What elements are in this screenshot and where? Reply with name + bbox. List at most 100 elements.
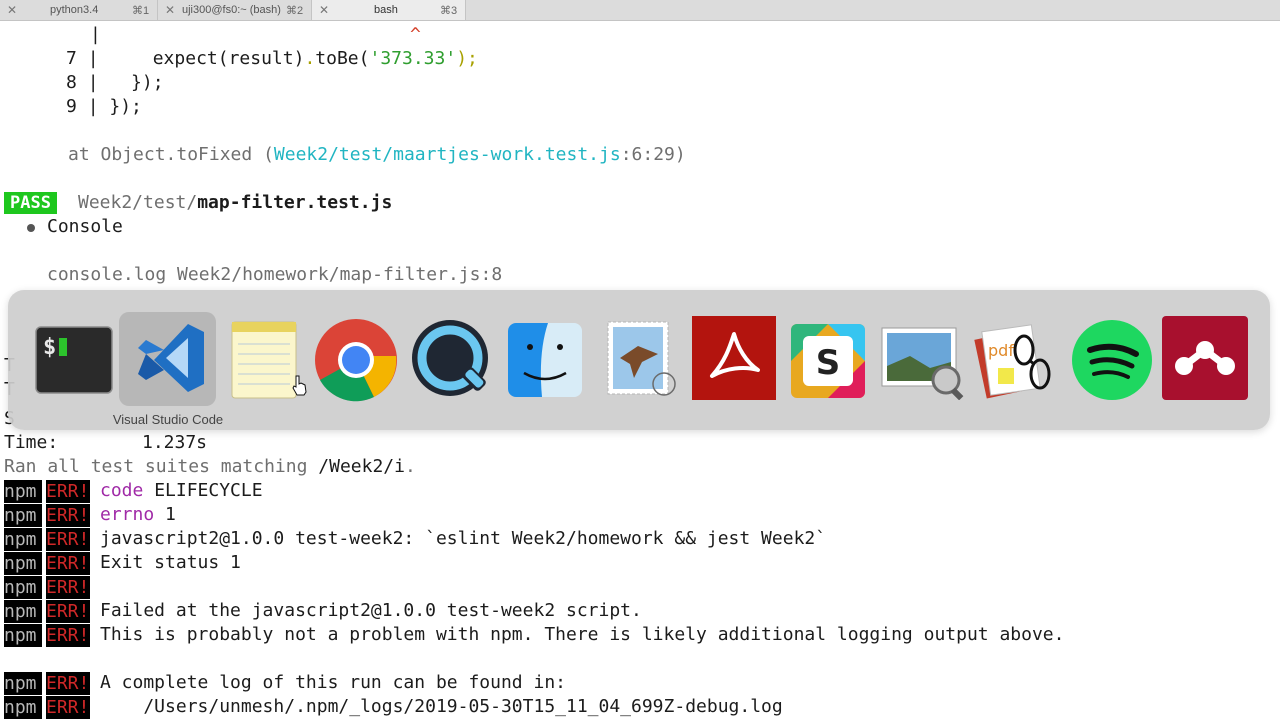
npm-line: /Users/unmesh/.npm/_logs/2019-05-30T15_1… [100, 696, 783, 717]
line-number: 9 [66, 96, 77, 117]
npm-line: Exit status 1 [100, 552, 241, 573]
tab-shortcut: ⌘1 [132, 5, 150, 17]
test-file-name: map-filter.test.js [197, 192, 393, 213]
tab-bash[interactable]: ✕ bash ⌘3 [312, 0, 466, 20]
npm-line: javascript2@1.0.0 test-week2: `eslint We… [100, 528, 827, 549]
close-icon[interactable]: ✕ [7, 3, 17, 17]
err-tag: ERR! [46, 576, 90, 599]
terminal-glyph: $ [43, 335, 56, 360]
tab-label: python3.4 [50, 4, 99, 16]
code-frame-bar: | [90, 24, 101, 45]
app-acrobat[interactable] [692, 316, 776, 404]
err-tag: ERR! [46, 600, 90, 623]
slack-glyph: S [816, 343, 841, 383]
err-tag: ERR! [46, 504, 90, 527]
npm-key: errno [100, 504, 155, 525]
npm-tag: npm [4, 480, 42, 503]
mendeley-icon [1162, 316, 1248, 400]
app-spotify[interactable] [1070, 318, 1154, 406]
slack-icon: S [791, 324, 865, 398]
app-notes[interactable] [228, 320, 300, 406]
npm-tag: npm [4, 504, 42, 527]
app-vscode[interactable] [132, 318, 212, 402]
ran-summary: Ran all test suites matching /Week2/i. [4, 455, 416, 479]
finder-icon [508, 323, 582, 397]
npm-line: errno 1 [100, 503, 176, 527]
console-log-line: console.log Week2/homework/map-filter.js… [47, 264, 503, 285]
quicktime-icon [412, 320, 488, 396]
npm-line: Failed at the javascript2@1.0.0 test-wee… [100, 600, 642, 621]
code-text: toBe( [315, 48, 370, 69]
err-tag: ERR! [46, 672, 90, 695]
app-chrome[interactable] [314, 318, 398, 406]
mail-icon [607, 321, 676, 396]
console-label: Console [47, 216, 123, 237]
app-preview[interactable] [880, 326, 966, 404]
close-icon[interactable]: ✕ [319, 3, 329, 17]
code-text: ); [456, 48, 478, 69]
stack-location: :6:29) [620, 144, 686, 165]
tab-shortcut: ⌘3 [440, 5, 458, 17]
preview-icon [881, 327, 964, 401]
stack-file-link[interactable]: Week2/test/maartjes-work.test.js [274, 144, 621, 165]
app-terminal[interactable]: $ [35, 326, 113, 398]
ran-pattern: /Week2/i [318, 456, 405, 477]
err-tag: ERR! [46, 528, 90, 551]
stack-trace-line: at Object.toFixed (Week2/test/maartjes-w… [68, 143, 686, 167]
app-mendeley[interactable] [1162, 316, 1248, 404]
code-text: expect(result) [109, 48, 305, 69]
app-finder[interactable] [508, 323, 582, 401]
app-slack[interactable]: S [791, 324, 865, 402]
selected-app-label: Visual Studio Code [112, 412, 224, 427]
pdf-reader-icon: pdf [974, 324, 1051, 399]
app-pdf-reader[interactable]: pdf [974, 320, 1060, 408]
acrobat-icon [692, 316, 776, 400]
app-mail[interactable] [604, 318, 680, 406]
time-value: 1.237s [142, 432, 208, 453]
bullet-icon [27, 224, 35, 232]
tab-shortcut: ⌘2 [286, 5, 304, 17]
code-frame-bar: | [87, 48, 99, 69]
code-line: 9 | }); [66, 95, 142, 119]
tab-label: bash [374, 4, 398, 16]
code-frame-bar: | [87, 72, 99, 93]
line-number: 8 [66, 72, 77, 93]
code-text: . [304, 48, 316, 69]
npm-tag: npm [4, 576, 42, 599]
terminal-icon: $ [35, 326, 113, 394]
tab-label: uji300@fs0:~ (bash) [182, 4, 281, 16]
npm-tag: npm [4, 696, 42, 719]
app-quicktime[interactable] [410, 318, 494, 406]
err-tag: ERR! [46, 480, 90, 503]
close-icon[interactable]: ✕ [165, 3, 175, 17]
npm-value: ELIFECYCLE [154, 480, 263, 501]
hand-cursor-icon [291, 374, 309, 400]
npm-tag: npm [4, 552, 42, 575]
code-frame-bar: | [87, 96, 99, 117]
notes-icon [231, 321, 297, 399]
npm-value: 1 [165, 504, 176, 525]
ran-text: Ran all test suites matching [4, 456, 319, 477]
vscode-icon [138, 324, 204, 392]
error-caret: ^ [410, 24, 421, 45]
test-file-path: Week2/test/map-filter.test.js [78, 191, 392, 215]
ran-end: . [404, 456, 416, 477]
line-number: 7 [66, 48, 77, 69]
err-tag: ERR! [46, 696, 90, 719]
tab-bar: ✕ python3.4 ⌘1 ✕ uji300@fs0:~ (bash) ⌘2 … [0, 0, 1280, 21]
stack-prefix: at Object.toFixed ( [68, 144, 274, 165]
npm-line: A complete log of this run can be found … [100, 672, 566, 693]
code-text: }); [109, 72, 164, 93]
npm-tag: npm [4, 600, 42, 623]
spotify-icon [1072, 320, 1152, 400]
npm-tag: npm [4, 528, 42, 551]
time-label: Time: [4, 432, 59, 453]
pass-badge: PASS [4, 192, 57, 214]
err-tag: ERR! [46, 624, 90, 647]
test-dir: Week2/test/ [78, 192, 198, 213]
code-text: }); [109, 96, 142, 117]
tab-ssh[interactable]: ✕ uji300@fs0:~ (bash) ⌘2 [158, 0, 312, 20]
code-line: 8 | }); [66, 71, 164, 95]
pdf-glyph: pdf [988, 341, 1014, 360]
tab-python[interactable]: ✕ python3.4 ⌘1 [0, 0, 158, 20]
